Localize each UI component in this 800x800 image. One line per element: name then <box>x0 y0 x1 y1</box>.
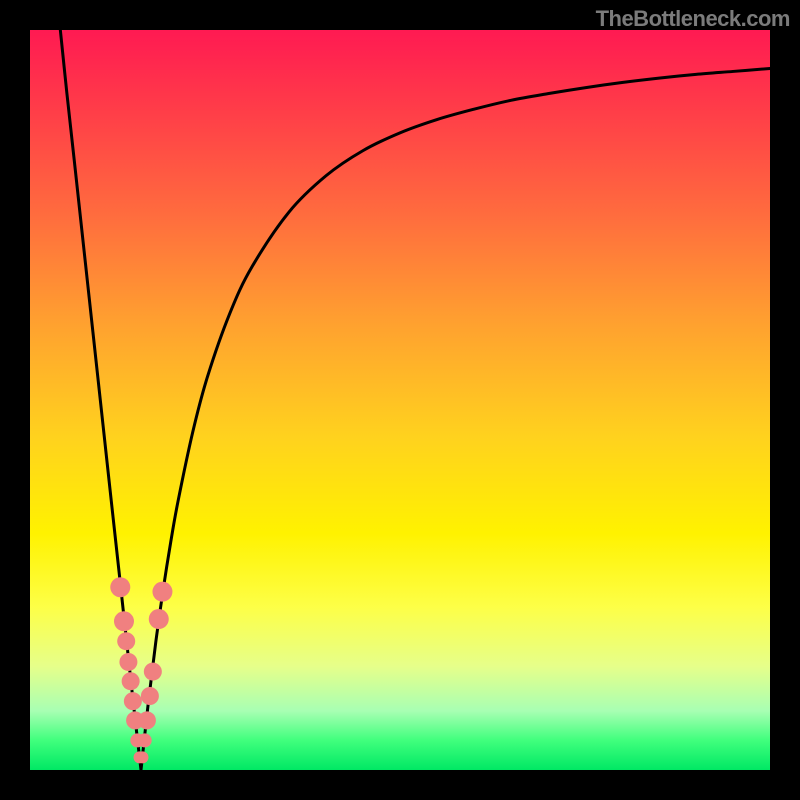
data-dot <box>117 632 135 650</box>
data-dot <box>110 577 130 597</box>
data-dot <box>144 663 162 681</box>
data-dot <box>138 733 152 747</box>
data-dot <box>114 611 134 631</box>
data-dot <box>136 751 148 763</box>
chart-frame: TheBottleneck.com <box>0 0 800 800</box>
data-dot <box>141 687 159 705</box>
data-dot <box>122 672 140 690</box>
data-dot <box>152 582 172 602</box>
data-dot <box>124 692 142 710</box>
data-dot <box>149 609 169 629</box>
curve-right-branch <box>141 68 770 770</box>
data-dot <box>119 653 137 671</box>
plot-area <box>30 30 770 770</box>
watermark-text: TheBottleneck.com <box>596 6 790 32</box>
chart-svg <box>30 30 770 770</box>
data-dot <box>138 711 156 729</box>
